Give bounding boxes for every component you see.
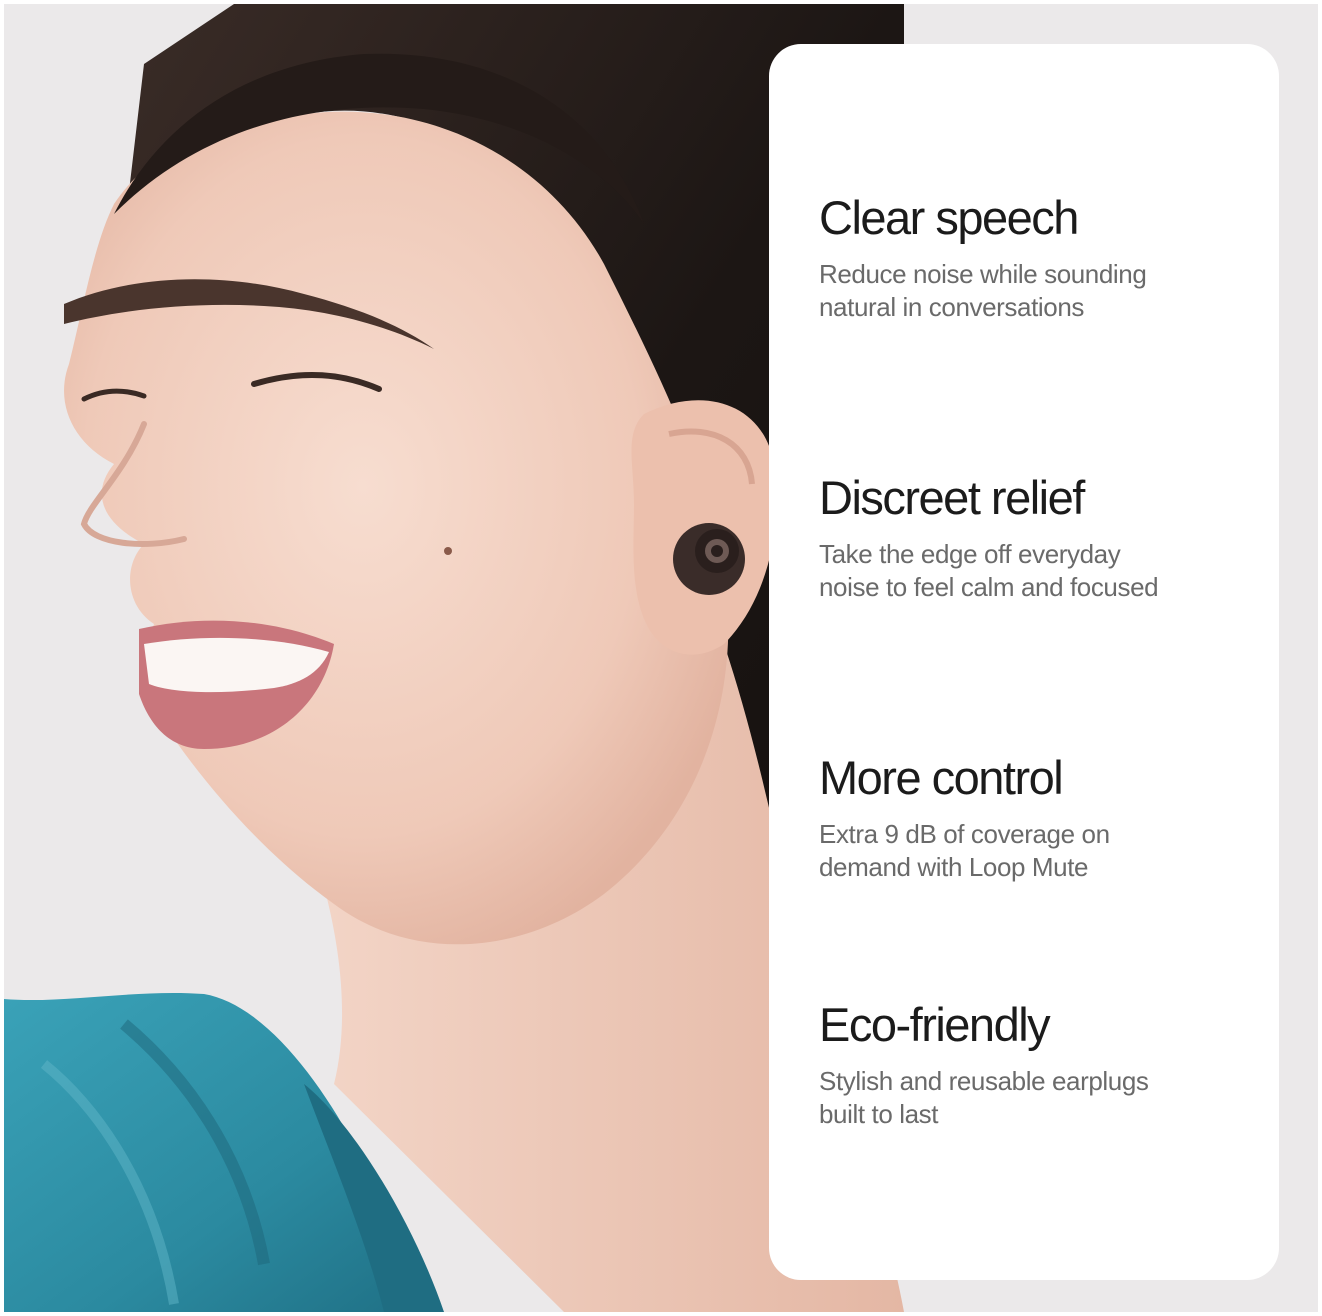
earplug xyxy=(673,523,745,595)
feature-more-control: More control Extra 9 dB of coverage on d… xyxy=(819,750,1259,884)
feature-title: Clear speech xyxy=(819,191,1079,244)
feature-description: Extra 9 dB of coverage on demand with Lo… xyxy=(819,819,1110,882)
feature-eco-friendly: Eco-friendly Stylish and reusable earplu… xyxy=(819,997,1259,1131)
feature-discreet-relief: Discreet relief Take the edge off everyd… xyxy=(819,470,1259,604)
feature-clear-speech: Clear speech Reduce noise while sounding… xyxy=(819,190,1259,324)
feature-description: Stylish and reusable earplugs built to l… xyxy=(819,1066,1149,1129)
features-panel: Clear speech Reduce noise while sounding… xyxy=(769,44,1279,1280)
feature-description: Take the edge off everyday noise to feel… xyxy=(819,539,1159,602)
feature-description: Reduce noise while sounding natural in c… xyxy=(819,259,1147,322)
feature-title: More control xyxy=(819,751,1064,804)
feature-title: Discreet relief xyxy=(819,471,1085,524)
product-banner: Clear speech Reduce noise while sounding… xyxy=(4,4,1318,1312)
feature-title: Eco-friendly xyxy=(819,998,1051,1051)
